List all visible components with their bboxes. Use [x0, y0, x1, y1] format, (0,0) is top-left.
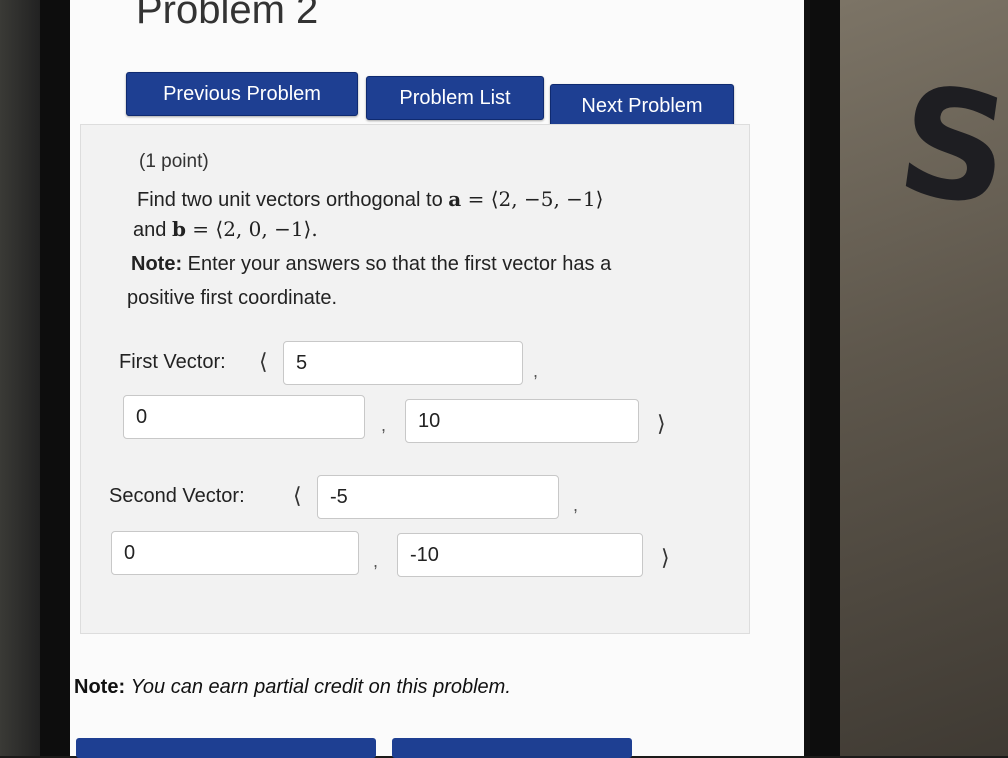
- screen: Problem 2 Previous Problem Problem List …: [70, 0, 810, 758]
- problem-statement-line2: and b = ⟨2, 0, −1⟩.: [133, 217, 318, 242]
- problem-statement-line1: Find two unit vectors orthogonal to a = …: [137, 187, 603, 212]
- second-vector-close-bracket: ⟩: [661, 545, 670, 570]
- previous-problem-button[interactable]: Previous Problem: [126, 72, 358, 116]
- background-right: S: [840, 0, 1008, 756]
- submit-button-partial[interactable]: [76, 738, 376, 758]
- note-line1: Note: Enter your answers so that the fir…: [131, 253, 611, 276]
- first-vector-label: First Vector:: [119, 351, 226, 373]
- background-letter: S: [888, 53, 1008, 241]
- first-vector-close-bracket: ⟩: [657, 411, 666, 436]
- first-vector-c3-input[interactable]: 10: [405, 399, 639, 443]
- vector-b-name: b: [171, 217, 186, 241]
- footer-note-text: You can earn partial credit on this prob…: [130, 676, 511, 698]
- page-title: Problem 2: [136, 0, 319, 32]
- comma: ,: [373, 551, 379, 571]
- second-vector-c3-input[interactable]: -10: [397, 533, 643, 577]
- comma: ,: [573, 495, 579, 515]
- next-problem-button[interactable]: Next Problem: [550, 84, 734, 128]
- preview-button-partial[interactable]: [392, 738, 632, 758]
- second-vector-label: Second Vector:: [109, 485, 245, 507]
- comma: ,: [533, 361, 539, 381]
- problem-box: (1 point) Find two unit vectors orthogon…: [80, 124, 750, 634]
- note-label: Note:: [131, 253, 183, 275]
- first-vector-c2-input[interactable]: 0: [123, 395, 365, 439]
- first-vector-c1-input[interactable]: 5: [283, 341, 523, 385]
- vector-b-value: = ⟨2, 0, −1⟩.: [185, 217, 318, 241]
- problem-text: Find two unit vectors orthogonal to: [137, 189, 443, 211]
- footer-note-label: Note:: [74, 676, 126, 698]
- comma: ,: [381, 415, 387, 435]
- vector-a-name: a: [448, 187, 462, 211]
- vector-a-value: = ⟨2, −5, −1⟩: [461, 187, 604, 211]
- points-label: (1 point): [139, 151, 209, 172]
- second-vector-open-bracket: ⟨: [293, 483, 302, 508]
- background-left: [0, 0, 40, 756]
- partial-credit-note: Note: You can earn partial credit on thi…: [74, 676, 511, 699]
- note-line2: positive first coordinate.: [127, 287, 338, 309]
- problem-list-button[interactable]: Problem List: [366, 76, 544, 120]
- note-text: Enter your answers so that the first vec…: [182, 253, 612, 275]
- first-vector-open-bracket: ⟨: [259, 349, 268, 374]
- and-text: and: [133, 219, 167, 241]
- second-vector-c2-input[interactable]: 0: [111, 531, 359, 575]
- second-vector-c1-input[interactable]: -5: [317, 475, 559, 519]
